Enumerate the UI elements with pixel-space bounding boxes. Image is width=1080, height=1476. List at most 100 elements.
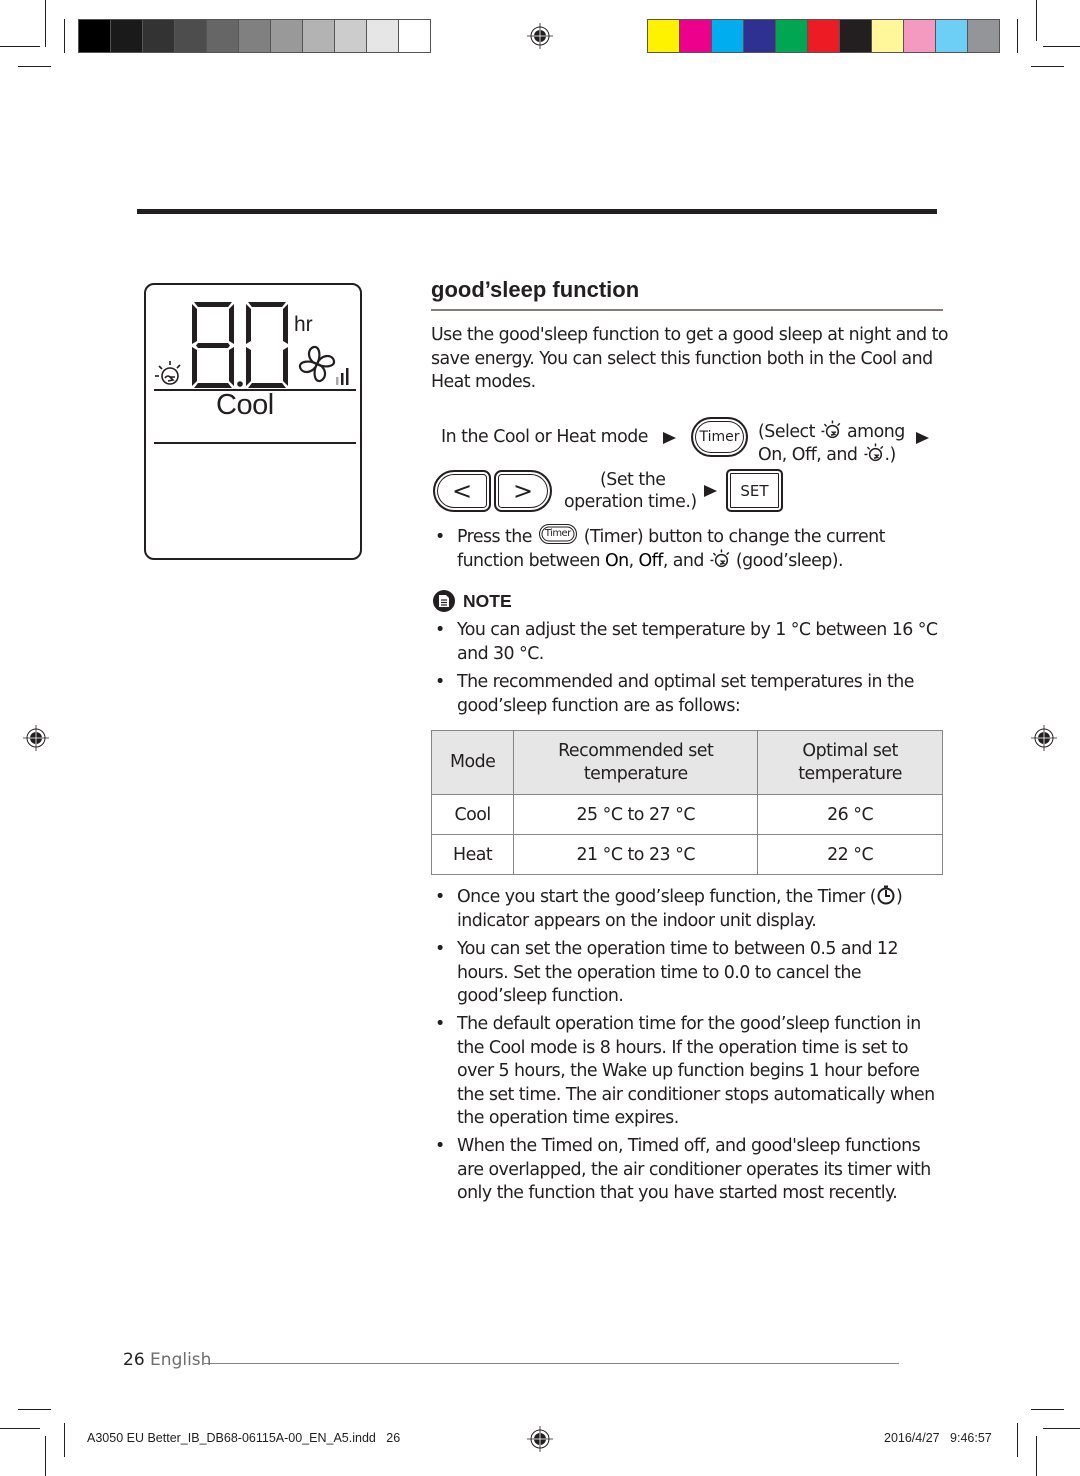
color-swatch [776, 20, 807, 52]
process-color-bar [647, 19, 1000, 53]
text: Press the [457, 527, 532, 547]
set-button[interactable]: SET [726, 469, 783, 512]
goodsleep-icon [821, 420, 841, 439]
table-row: Cool 25 °C to 27 °C 26 °C [430, 794, 943, 835]
bullet-icon: • [435, 527, 445, 547]
arrow-right-icon [663, 432, 676, 444]
crop-mark [1043, 46, 1080, 47]
crop-mark [64, 19, 65, 53]
table-row: Heat 21 °C to 23 °C 22 °C [430, 834, 943, 875]
color-swatch [712, 20, 743, 52]
color-swatch [207, 20, 238, 52]
bullet-icon: • [435, 1014, 445, 1034]
remote-lcd-display: hr Cool [144, 283, 362, 560]
right-arrow-button[interactable]: > [494, 470, 552, 512]
timer-button-icon: Timer [538, 524, 577, 544]
color-swatch [303, 20, 334, 52]
crop-mark [18, 66, 51, 67]
crop-mark [1017, 19, 1018, 53]
timer-indicator-icon [877, 885, 895, 905]
color-swatch [936, 20, 967, 52]
crop-mark [1017, 1423, 1018, 1457]
timer-button[interactable]: Timer [691, 417, 748, 457]
close-paren-text: .) [884, 445, 897, 465]
cell-recommended: 25 °C to 27 °C [513, 794, 759, 835]
color-swatch [840, 20, 871, 52]
color-swatch [271, 20, 302, 52]
crop-mark [1031, 66, 1064, 67]
cell-recommended: 21 °C to 23 °C [513, 834, 759, 875]
flow-step-set-time-line1: (Set the [600, 470, 666, 490]
slug-timestamp: 2016/4/27 9:46:57 [884, 1431, 992, 1445]
timer-indicator-bullet: • Once you start the good’sleep function… [435, 885, 945, 933]
fan-icon [298, 345, 336, 383]
section-title-rule [431, 309, 943, 311]
left-arrow-button[interactable]: < [433, 470, 491, 512]
bullet-icon: • [435, 672, 445, 692]
crop-mark [1031, 1409, 1064, 1410]
text: You can set the operation time to betwee… [457, 939, 899, 1006]
cell-mode: Heat [430, 834, 515, 875]
temperature-table: Mode Recommended set temperature Optimal… [430, 730, 943, 875]
footer-rule [204, 1363, 899, 1364]
lcd-mode-label: Cool [216, 389, 274, 421]
registration-mark-icon [527, 1426, 553, 1452]
on-label: On [604, 550, 629, 571]
page-footer: 26 English [123, 1350, 211, 1370]
set-button-label: SET [740, 481, 769, 500]
chapter-rule [137, 209, 937, 214]
text: The recommended and optimal set temperat… [457, 672, 914, 716]
color-swatch [968, 20, 999, 52]
note-bullet: • The recommended and optimal set temper… [435, 671, 945, 718]
page-language: English [150, 1350, 212, 1370]
crop-mark [0, 46, 40, 47]
cell-optimal: 26 °C [757, 794, 943, 835]
text: When the Timed on, Timed off, and good's… [457, 1136, 931, 1203]
text: Once you start the good’sleep function, … [457, 887, 877, 907]
bullet-icon: • [435, 620, 445, 640]
text: (good’sleep). [735, 550, 844, 571]
select-text: (Select [758, 422, 815, 442]
color-swatch [111, 20, 142, 52]
bullet-icon: • [435, 939, 445, 959]
text: function between [457, 550, 605, 571]
color-swatch [904, 20, 935, 52]
cell-optimal: 22 °C [757, 834, 943, 875]
arrow-right-icon [704, 485, 717, 497]
registration-mark-icon [527, 23, 553, 49]
section-title: good’sleep function [431, 277, 640, 302]
text: The default operation time for the good’… [457, 1014, 935, 1128]
crop-mark [1043, 1428, 1080, 1429]
seven-segment-time-display [192, 302, 288, 388]
color-swatch [744, 20, 775, 52]
text: , [628, 550, 639, 571]
press-timer-bullet: • Press the Timer (Timer) button to chan… [435, 524, 945, 573]
lcd-divider [154, 442, 356, 444]
among-text: among [847, 422, 905, 442]
color-swatch [335, 20, 366, 52]
right-arrow-icon: > [512, 477, 534, 505]
slug-filename: A3050 EU Better_IB_DB68-06115A-00_EN_A5.… [87, 1431, 401, 1445]
time-unit-label: hr [294, 313, 313, 336]
note-title: NOTE [463, 590, 512, 611]
color-swatch [808, 20, 839, 52]
info-bullet: • The default operation time for the goo… [435, 1013, 945, 1131]
table-header-row: Mode Recommended set temperature Optimal… [430, 730, 943, 795]
goodsleep-icon [710, 548, 730, 567]
flow-step-cool-heat-mode: In the Cool or Heat mode [441, 427, 648, 447]
arrow-right-icon [916, 432, 929, 444]
note-bullet: • You can adjust the set temperature by … [435, 619, 945, 666]
registration-mark-icon [1031, 725, 1057, 751]
fan-speed-icon [336, 368, 349, 385]
header-optimal: Optimal set temperature [757, 730, 943, 795]
info-bullet: • You can set the operation time to betw… [435, 938, 945, 1009]
bullet-icon: • [435, 1136, 445, 1156]
text: You can adjust the set temperature by 1 … [457, 620, 938, 664]
color-swatch [872, 20, 903, 52]
flow-step-select-line2: On, Off, and .) [758, 443, 897, 466]
text: , and [662, 550, 705, 571]
crop-mark [18, 1409, 51, 1410]
goodsleep-icon [155, 361, 181, 385]
crop-mark [45, 1436, 46, 1476]
crop-mark [0, 1428, 40, 1429]
